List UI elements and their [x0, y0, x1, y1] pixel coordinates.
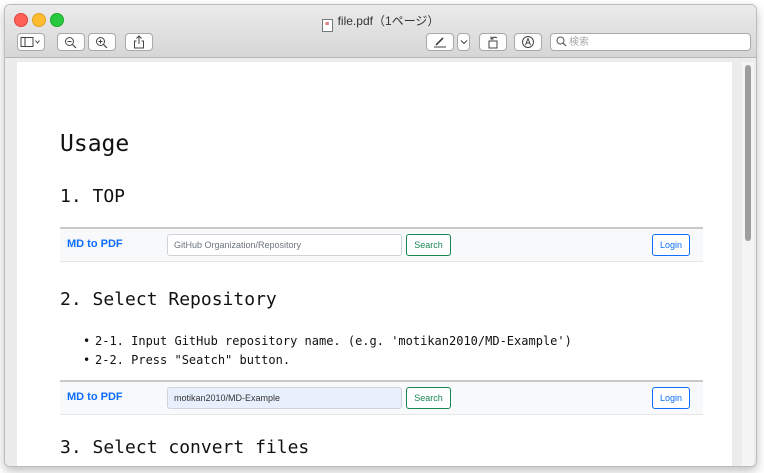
rotate-button[interactable]: [479, 33, 507, 51]
search-icon: [556, 36, 567, 50]
pdf-document-icon: ≡: [321, 19, 333, 32]
navbar-screenshot-top: MD to PDF Search Login: [60, 227, 703, 262]
section-top: 1. TOP: [60, 186, 126, 207]
section-select-convert-files: 3. Select convert files: [60, 437, 310, 458]
annotate-icon: [522, 36, 534, 48]
search-field[interactable]: [550, 33, 751, 51]
repository-input[interactable]: [167, 234, 402, 256]
zoom-out-button[interactable]: [57, 33, 85, 51]
document-viewport[interactable]: Usage 1. TOP MD to PDF Search Login 2. S…: [5, 58, 756, 466]
zoom-out-icon: [65, 36, 77, 48]
heading-usage: Usage: [60, 131, 130, 157]
instruction-list: 2-1. Input GitHub repository name. (e.g.…: [83, 332, 572, 370]
window-title-text: file.pdf（1ページ）: [337, 14, 440, 28]
navbar-brand: MD to PDF: [67, 238, 123, 250]
scrollbar-thumb[interactable]: [745, 65, 751, 241]
markup-dropdown-button[interactable]: [457, 33, 470, 51]
zoom-in-button[interactable]: [88, 33, 116, 51]
repository-search-button[interactable]: Search: [406, 234, 451, 256]
repository-input-filled[interactable]: [167, 387, 402, 409]
login-button[interactable]: Login: [652, 387, 690, 409]
window-title: ≡ file.pdf（1ページ）: [5, 12, 756, 32]
search-input[interactable]: [569, 35, 744, 49]
title-bar: ≡ file.pdf（1ページ）: [5, 5, 756, 58]
navbar-brand: MD to PDF: [67, 391, 123, 403]
markup-pen-button[interactable]: [426, 33, 454, 51]
rotate-icon: [488, 36, 497, 49]
preview-window: ≡ file.pdf（1ページ） 検索 Usage 1. TOP MD to P…: [4, 4, 757, 467]
sidebar-icon: [20, 37, 40, 47]
share-button[interactable]: [125, 33, 153, 51]
section-select-repository: 2. Select Repository: [60, 289, 277, 310]
vertical-scrollbar[interactable]: [742, 62, 754, 466]
share-icon: [134, 35, 144, 49]
pdf-page: Usage 1. TOP MD to PDF Search Login 2. S…: [17, 62, 732, 466]
chevron-down-icon: [460, 40, 467, 45]
list-item: 2-2. Press "Seatch" button.: [83, 351, 572, 370]
navbar-screenshot-select-repository: MD to PDF Search Login: [60, 380, 703, 415]
login-button[interactable]: Login: [652, 234, 690, 256]
pen-icon: [434, 37, 446, 48]
zoom-in-icon: [96, 36, 108, 48]
repository-search-button[interactable]: Search: [406, 387, 451, 409]
list-item: 2-1. Input GitHub repository name. (e.g.…: [83, 332, 572, 351]
sidebar-toggle-button[interactable]: [17, 33, 45, 51]
annotate-button[interactable]: [514, 33, 542, 51]
